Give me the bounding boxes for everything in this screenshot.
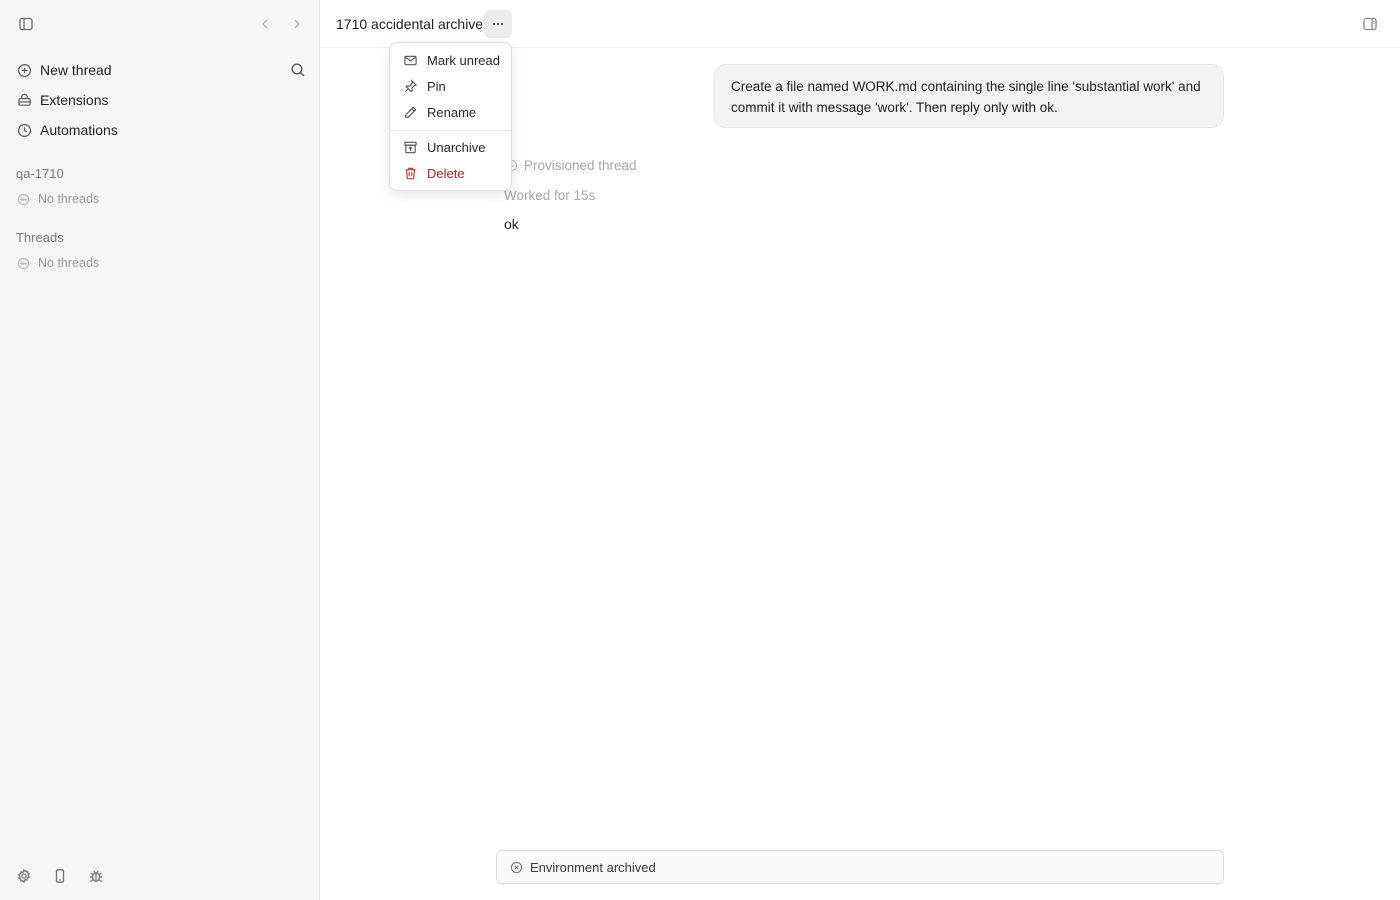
thread-header: 1710 accidental archive: [320, 0, 1400, 48]
menu-item-pin[interactable]: Pin: [394, 74, 507, 98]
threads-empty-state: No threads: [16, 256, 99, 270]
new-thread-label: New thread: [40, 62, 112, 78]
clock-icon: [16, 122, 32, 138]
menu-item-rename[interactable]: Rename: [394, 100, 507, 124]
plus-circle-icon: [16, 62, 32, 78]
bug-icon[interactable]: [84, 864, 108, 888]
toggle-sidebar-icon[interactable]: [14, 12, 38, 36]
sidebar: New thread Extensions Automations qa-171…: [0, 0, 320, 900]
worked-for-line[interactable]: Worked for 15s: [504, 188, 595, 203]
provisioned-thread-text: Provisioned thread: [524, 158, 637, 173]
thread-title: 1710 accidental archive: [336, 16, 484, 32]
new-thread-button[interactable]: New thread: [8, 56, 312, 84]
gear-icon[interactable]: [12, 864, 36, 888]
sidebar-item-automations[interactable]: Automations: [8, 116, 312, 144]
menu-item-mark-unread[interactable]: Mark unread: [394, 48, 507, 72]
automations-label: Automations: [40, 122, 118, 138]
chat-bubble-icon: [16, 256, 30, 270]
unarchive-icon: [402, 139, 418, 155]
toggle-right-panel-icon[interactable]: [1358, 12, 1382, 36]
menu-divider: [390, 130, 511, 131]
menu-item-unarchive[interactable]: Unarchive: [394, 135, 507, 159]
project-empty-text: No threads: [38, 192, 100, 206]
threads-section-title: Threads: [16, 230, 64, 245]
forward-arrow-icon[interactable]: [285, 12, 309, 36]
extensions-label: Extensions: [40, 92, 109, 108]
user-message: Create a file named WORK.md containing t…: [714, 64, 1224, 128]
phone-icon[interactable]: [48, 864, 72, 888]
worked-for-text: Worked for 15s: [504, 188, 596, 203]
threads-empty-text: No threads: [38, 256, 100, 270]
unarchive-label: Unarchive: [427, 139, 486, 155]
pencil-icon: [402, 104, 418, 120]
provisioned-thread-line: Provisioned thread: [504, 158, 637, 173]
ellipsis-icon: [491, 17, 505, 31]
menu-item-delete[interactable]: Delete: [394, 161, 507, 185]
thread-actions-menu: Mark unread Pin Rename Unarchive Delete: [389, 42, 512, 191]
delete-label: Delete: [427, 165, 465, 181]
pin-icon: [402, 78, 418, 94]
assistant-reply: ok: [504, 216, 519, 232]
rename-label: Rename: [427, 104, 477, 120]
mail-icon: [402, 52, 418, 68]
extensions-icon: [16, 92, 32, 108]
pin-label: Pin: [427, 78, 446, 94]
trash-icon: [402, 165, 418, 181]
environment-status-bar: Environment archived: [496, 850, 1224, 884]
environment-status-text: Environment archived: [530, 859, 656, 875]
back-arrow-icon[interactable]: [253, 12, 277, 36]
search-icon[interactable]: [286, 58, 310, 82]
chat-bubble-icon: [16, 192, 30, 206]
project-empty-state: No threads: [16, 192, 99, 206]
mark-unread-label: Mark unread: [427, 52, 500, 68]
sidebar-item-extensions[interactable]: Extensions: [8, 86, 312, 114]
x-circle-icon: [509, 860, 523, 874]
sidebar-toolbar: [0, 0, 320, 48]
project-header-qa-1710[interactable]: qa-1710: [16, 166, 64, 181]
thread-more-button[interactable]: [484, 10, 512, 38]
